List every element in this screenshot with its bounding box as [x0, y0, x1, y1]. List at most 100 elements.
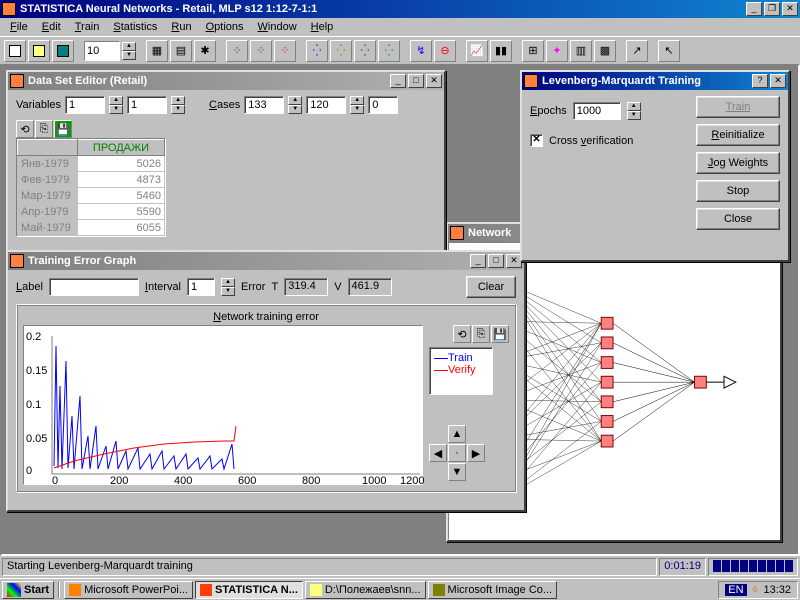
- menu-help[interactable]: Help: [305, 19, 340, 35]
- cases2-input[interactable]: [306, 96, 346, 114]
- tb-cluster3[interactable]: ⁛: [354, 40, 376, 62]
- tb-cluster4[interactable]: ⁛: [378, 40, 400, 62]
- row-label[interactable]: Апр-1979: [18, 204, 78, 220]
- tb-grid[interactable]: ▦: [146, 40, 168, 62]
- chart-copy[interactable]: ⎘: [472, 325, 490, 343]
- menu-edit[interactable]: Edit: [36, 19, 67, 35]
- row-label[interactable]: Фев-1979: [18, 172, 78, 188]
- dse-grid[interactable]: ПРОДАЖИ Янв-19795026Фев-19794873Мар-1979…: [16, 138, 166, 237]
- close-button2[interactable]: Close: [696, 208, 780, 230]
- var2-spinner[interactable]: ▲▼: [171, 96, 185, 114]
- task-statistica[interactable]: STATISTICA N...: [195, 581, 303, 599]
- minimize-button[interactable]: _: [746, 2, 762, 16]
- cases1-spinner[interactable]: ▲▼: [288, 96, 302, 114]
- teg-min[interactable]: _: [470, 254, 486, 268]
- row-label[interactable]: Янв-1979: [18, 156, 78, 172]
- task-powerpoint[interactable]: Microsoft PowerPoi...: [64, 581, 193, 599]
- nav-up[interactable]: ▲: [448, 425, 466, 443]
- cases1-input[interactable]: [244, 96, 284, 114]
- dse-min[interactable]: _: [390, 74, 406, 88]
- row-value[interactable]: 5026: [78, 156, 165, 172]
- dse-save[interactable]: 💾: [54, 120, 72, 138]
- chart-save[interactable]: 💾: [491, 325, 509, 343]
- dse-titlebar[interactable]: Data Set Editor (Retail) _ □ ✕: [8, 72, 444, 90]
- tb-stop[interactable]: ⊖: [434, 40, 456, 62]
- nav-right[interactable]: ▶: [467, 444, 485, 462]
- tb-misc3[interactable]: ▥: [570, 40, 592, 62]
- nav-down[interactable]: ▼: [448, 463, 466, 481]
- tb-misc1[interactable]: ⊞: [522, 40, 544, 62]
- cv-checkbox[interactable]: ✕: [530, 134, 543, 147]
- lmt-close-x[interactable]: ✕: [770, 74, 786, 88]
- menu-train[interactable]: Train: [69, 19, 106, 35]
- row-value[interactable]: 6055: [78, 220, 165, 236]
- dse-close[interactable]: ✕: [426, 74, 442, 88]
- row-value[interactable]: 5590: [78, 204, 165, 220]
- nav-left[interactable]: ◀: [429, 444, 447, 462]
- start-button[interactable]: Start: [2, 581, 54, 599]
- maximize-button[interactable]: ❐: [764, 2, 780, 16]
- row-value[interactable]: 5460: [78, 188, 165, 204]
- tb-linechart[interactable]: 📈: [466, 40, 488, 62]
- menu-statistics[interactable]: Statistics: [107, 19, 163, 35]
- row-label[interactable]: Мар-1979: [18, 188, 78, 204]
- tb-number-spinner[interactable]: ▲▼: [122, 42, 136, 60]
- tb-cluster1[interactable]: ⁛: [306, 40, 328, 62]
- menu-window[interactable]: Window: [252, 19, 303, 35]
- tb-misc4[interactable]: ▩: [594, 40, 616, 62]
- tb-misc2[interactable]: ✦: [546, 40, 568, 62]
- tb-new[interactable]: [4, 40, 26, 62]
- col-header[interactable]: ПРОДАЖИ: [78, 140, 165, 156]
- jog-button[interactable]: Jog Weights: [696, 152, 780, 174]
- system-tray[interactable]: EN ⬨ 13:32: [718, 581, 798, 599]
- tb-net[interactable]: ✱: [194, 40, 216, 62]
- lang-indicator[interactable]: EN: [725, 584, 746, 596]
- teg-titlebar[interactable]: Training Error Graph _ □ ✕: [8, 252, 524, 270]
- legend-train: Train: [434, 352, 488, 364]
- reinit-button[interactable]: Reinitialize: [696, 124, 780, 146]
- tb-scatter3[interactable]: ⁘: [274, 40, 296, 62]
- tb-run[interactable]: ↯: [410, 40, 432, 62]
- tb-edit[interactable]: ▤: [170, 40, 192, 62]
- row-label[interactable]: Май-1979: [18, 220, 78, 236]
- clear-button[interactable]: Clear: [466, 276, 516, 298]
- nav-center[interactable]: ·: [448, 444, 466, 462]
- epochs-spinner[interactable]: ▲▼: [627, 102, 641, 120]
- task-explorer[interactable]: D:\Полежаев\snn...: [305, 581, 426, 599]
- menu-options[interactable]: Options: [200, 19, 250, 35]
- tb-cluster2[interactable]: ⁛: [330, 40, 352, 62]
- dse-copy[interactable]: ⎘: [35, 120, 53, 138]
- tb-save[interactable]: [52, 40, 74, 62]
- tb-open[interactable]: [28, 40, 50, 62]
- close-button[interactable]: ✕: [782, 2, 798, 16]
- tb-number-input[interactable]: [84, 41, 120, 61]
- interval-input[interactable]: [187, 278, 215, 296]
- row-value[interactable]: 4873: [78, 172, 165, 188]
- cases2-spinner[interactable]: ▲▼: [350, 96, 364, 114]
- tb-export[interactable]: ↗: [626, 40, 648, 62]
- lmt-help[interactable]: ?: [752, 74, 768, 88]
- var1-input[interactable]: [65, 96, 105, 114]
- tb-scatter1[interactable]: ⁘: [226, 40, 248, 62]
- tb-pointer[interactable]: ↖: [658, 40, 680, 62]
- menu-run[interactable]: Run: [165, 19, 197, 35]
- dse-max[interactable]: □: [408, 74, 424, 88]
- var2-input[interactable]: [127, 96, 167, 114]
- task-imagecomposer[interactable]: Microsoft Image Co...: [428, 581, 558, 599]
- train-button[interactable]: Train: [696, 96, 780, 118]
- menu-file[interactable]: File: [4, 19, 34, 35]
- dse-tool1[interactable]: ⟲: [16, 120, 34, 138]
- epochs-input[interactable]: [573, 102, 621, 120]
- tb-barchart[interactable]: ▮▮: [490, 40, 512, 62]
- stop-button[interactable]: Stop: [696, 180, 780, 202]
- tb-scatter2[interactable]: ⁘: [250, 40, 272, 62]
- var1-spinner[interactable]: ▲▼: [109, 96, 123, 114]
- teg-max[interactable]: □: [488, 254, 504, 268]
- cases3-input[interactable]: [368, 96, 398, 114]
- interval-spinner[interactable]: ▲▼: [221, 278, 235, 296]
- label-input[interactable]: [49, 278, 139, 296]
- chart-tool1[interactable]: ⟲: [453, 325, 471, 343]
- lmt-titlebar[interactable]: Levenberg-Marquardt Training ? ✕: [522, 72, 788, 90]
- status-timer: 0:01:19: [659, 558, 706, 576]
- tray-icon[interactable]: ⬨: [753, 583, 758, 596]
